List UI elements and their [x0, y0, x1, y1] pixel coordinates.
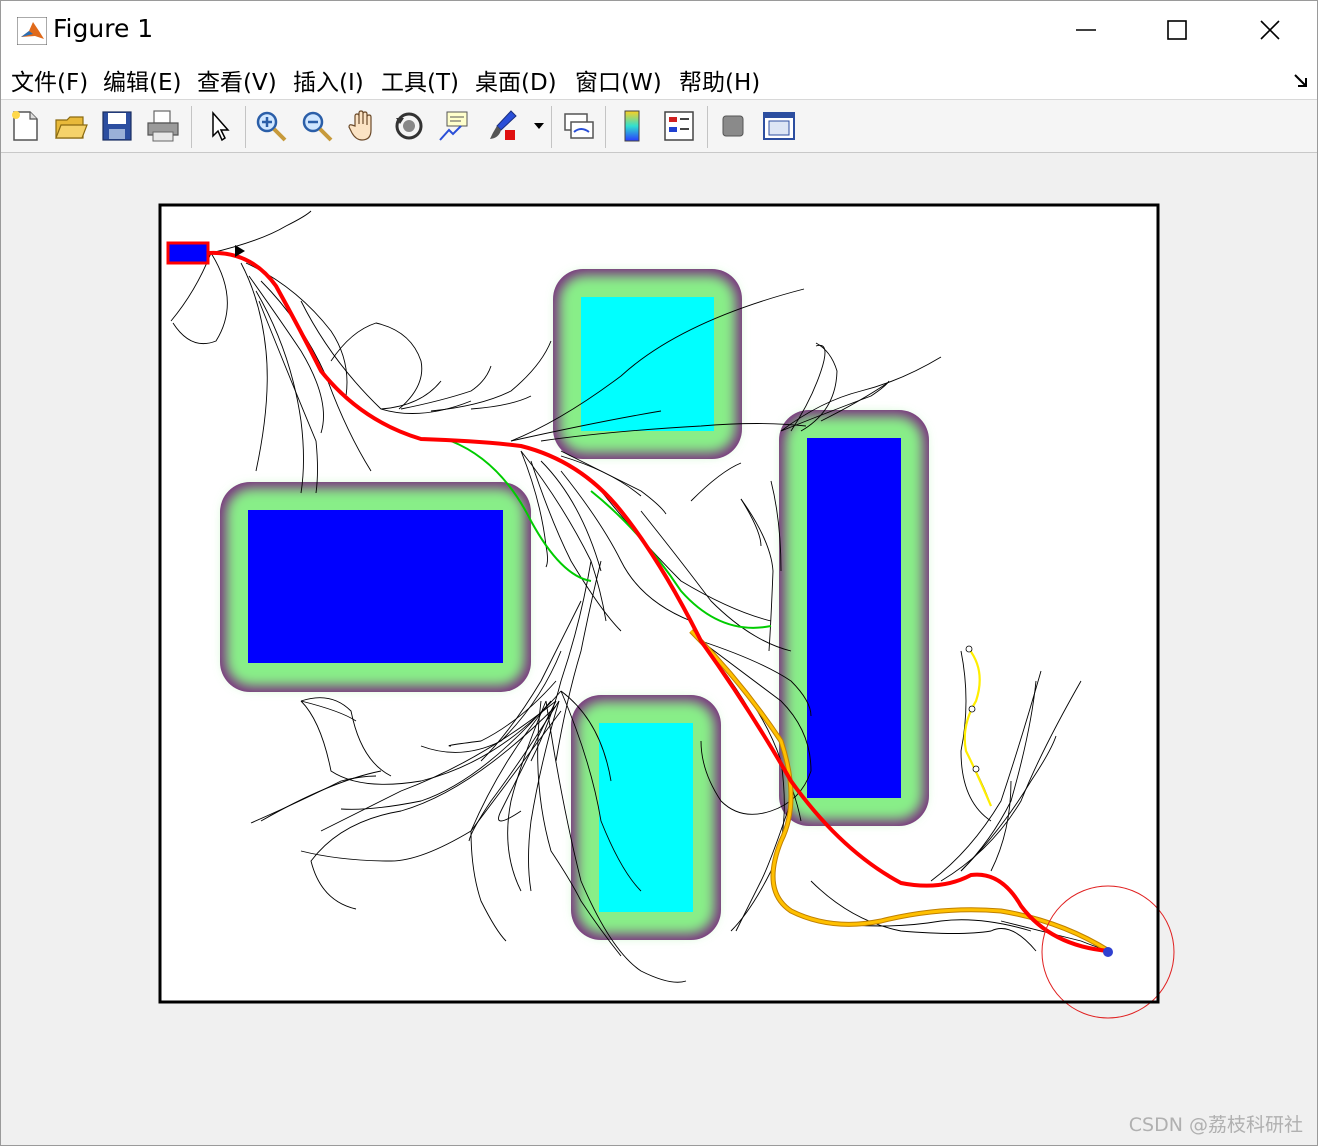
maximize-button[interactable] [1132, 1, 1222, 59]
menu-view[interactable]: 查看(V) [197, 63, 277, 97]
hide-plot-tools-icon[interactable] [715, 108, 751, 144]
matlab-logo-icon [17, 17, 47, 45]
new-figure-icon[interactable] [7, 108, 43, 144]
obstacle-bottom-cyan [571, 695, 721, 940]
toolbar-separator [605, 106, 606, 148]
colorbar-icon[interactable] [615, 108, 651, 144]
minimize-icon [1076, 29, 1096, 31]
minimize-button[interactable] [1041, 1, 1131, 59]
rotate-3d-icon[interactable] [391, 108, 427, 144]
legend-icon[interactable] [661, 108, 697, 144]
menu-file[interactable]: 文件(F) [11, 63, 88, 97]
menu-edit[interactable]: 编辑(E) [103, 63, 181, 97]
dock-arrow-icon[interactable] [1293, 73, 1309, 89]
open-file-icon[interactable] [53, 108, 89, 144]
brush-icon[interactable] [485, 108, 521, 144]
toolbar-separator [707, 106, 708, 148]
print-icon[interactable] [145, 108, 181, 144]
brush-dropdown-icon[interactable] [533, 120, 545, 132]
menu-desktop[interactable]: 桌面(D) [475, 63, 557, 97]
window-title: Figure 1 [53, 14, 154, 43]
menu-insert[interactable]: 插入(I) [293, 63, 364, 97]
figure-canvas[interactable] [1, 153, 1317, 1145]
menu-tools[interactable]: 工具(T) [381, 63, 459, 97]
data-cursor-icon[interactable] [437, 108, 473, 144]
menu-bar: 文件(F) 编辑(E) 查看(V) 插入(I) 工具(T) 桌面(D) 窗口(W… [1, 59, 1317, 100]
figure-toolbar [1, 100, 1317, 153]
close-button[interactable] [1225, 1, 1315, 59]
title-bar: Figure 1 [1, 1, 1317, 59]
obstacle-top-cyan [553, 269, 742, 459]
obstacle-large-blue [220, 482, 531, 692]
show-plot-tools-icon[interactable] [761, 108, 797, 144]
plot-axes[interactable] [1, 153, 1317, 1145]
obstacle-tall-blue [779, 410, 929, 826]
toolbar-separator [245, 106, 246, 148]
toolbar-separator [551, 106, 552, 148]
maximize-icon [1167, 20, 1187, 40]
save-icon[interactable] [99, 108, 135, 144]
zoom-in-icon[interactable] [253, 108, 289, 144]
link-plot-icon[interactable] [561, 108, 597, 144]
menu-help[interactable]: 帮助(H) [679, 63, 760, 97]
figure-window: Figure 1 文件(F) 编辑(E) 查看(V) 插入(I) 工具(T) 桌… [0, 0, 1318, 1146]
toolbar-separator [191, 106, 192, 148]
menu-window[interactable]: 窗口(W) [575, 63, 662, 97]
select-arrow-icon[interactable] [201, 108, 237, 144]
zoom-out-icon[interactable] [299, 108, 335, 144]
pan-hand-icon[interactable] [345, 108, 381, 144]
close-icon [1260, 20, 1280, 40]
watermark-text: CSDN @荔枝科研社 [1128, 1114, 1303, 1136]
